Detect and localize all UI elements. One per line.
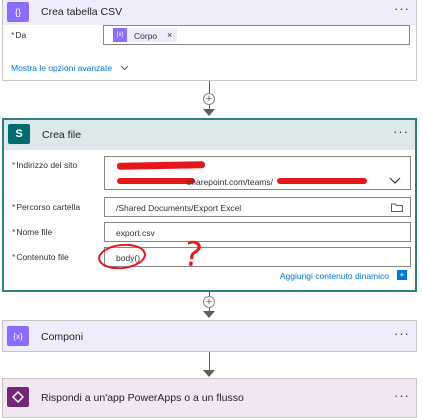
arrow-down-icon [203, 370, 215, 377]
add-dynamic-content-link[interactable]: Aggiungi contenuto dinamico [280, 271, 389, 281]
powerapps-icon [7, 387, 29, 407]
card-header[interactable]: S Crea file ··· [4, 120, 415, 150]
add-step-button[interactable]: + [203, 296, 215, 308]
folder-path-value: /Shared Documents/Export Excel [116, 203, 242, 213]
flow-connector [209, 352, 210, 370]
show-advanced-options-link[interactable]: Mostra le opzioni avanzate [11, 63, 129, 73]
compose-icon: {x} [7, 326, 29, 346]
arrow-down-icon [203, 109, 215, 116]
card-title: Crea tabella CSV [41, 6, 123, 18]
token-label: Corpo [134, 31, 158, 41]
site-address-dropdown[interactable]: sharepoint.com/teams/ [104, 156, 411, 190]
file-name-input[interactable]: export.csv [104, 222, 411, 242]
more-options-button[interactable]: ··· [393, 125, 409, 138]
card-header[interactable]: Rispondi a un'app PowerApps o a un fluss… [3, 379, 416, 417]
redaction-scribble [116, 161, 206, 170]
expression-icon: {x} [113, 28, 127, 42]
more-options-button[interactable]: ··· [394, 2, 410, 15]
card-rispondi-powerapps: Rispondi a un'app PowerApps o a un fluss… [2, 378, 417, 418]
field-label-site-address: *Indirizzo del sito [12, 160, 78, 170]
file-content-input[interactable]: body() [104, 247, 411, 267]
add-step-button[interactable]: + [203, 93, 215, 105]
card-title: Componi [41, 331, 84, 343]
card-header[interactable]: {x} Componi ··· [3, 321, 416, 351]
file-name-value: export.csv [116, 228, 155, 238]
more-options-button[interactable]: ··· [394, 389, 410, 402]
field-label-da: *Da [11, 30, 27, 40]
sharepoint-icon: S [8, 124, 30, 144]
site-address-value: sharepoint.com/teams/ [187, 177, 273, 187]
field-label-file-content: *Contenuto file [12, 252, 69, 262]
field-label-file-name: *Nome file [12, 227, 53, 237]
data-operation-icon: {} [7, 2, 29, 22]
redaction-scribble [277, 178, 367, 184]
add-dynamic-content-icon[interactable]: + [397, 270, 407, 280]
chevron-down-icon [120, 65, 128, 71]
card-crea-tabella-csv: {} Crea tabella CSV ··· *Da {x} Corpo × … [2, 0, 417, 81]
da-input[interactable]: {x} Corpo × [103, 25, 410, 45]
card-title: Crea file [42, 129, 82, 141]
field-label-folder-path: *Percorso cartella [12, 202, 81, 212]
folder-icon[interactable] [391, 203, 403, 212]
card-header[interactable]: {} Crea tabella CSV ··· [3, 0, 416, 25]
redaction-scribble [117, 178, 195, 184]
folder-path-input[interactable]: /Shared Documents/Export Excel [104, 197, 411, 217]
card-crea-file: S Crea file ··· *Indirizzo del sito shar… [2, 118, 417, 292]
more-options-button[interactable]: ··· [394, 327, 410, 340]
chevron-down-icon[interactable] [389, 177, 401, 185]
card-title: Rispondi a un'app PowerApps o a un fluss… [41, 392, 244, 404]
token-remove-icon[interactable]: × [167, 30, 172, 40]
arrow-down-icon [203, 311, 215, 318]
card-componi: {x} Componi ··· [2, 320, 417, 352]
token-corpo[interactable]: {x} Corpo × [113, 28, 177, 42]
